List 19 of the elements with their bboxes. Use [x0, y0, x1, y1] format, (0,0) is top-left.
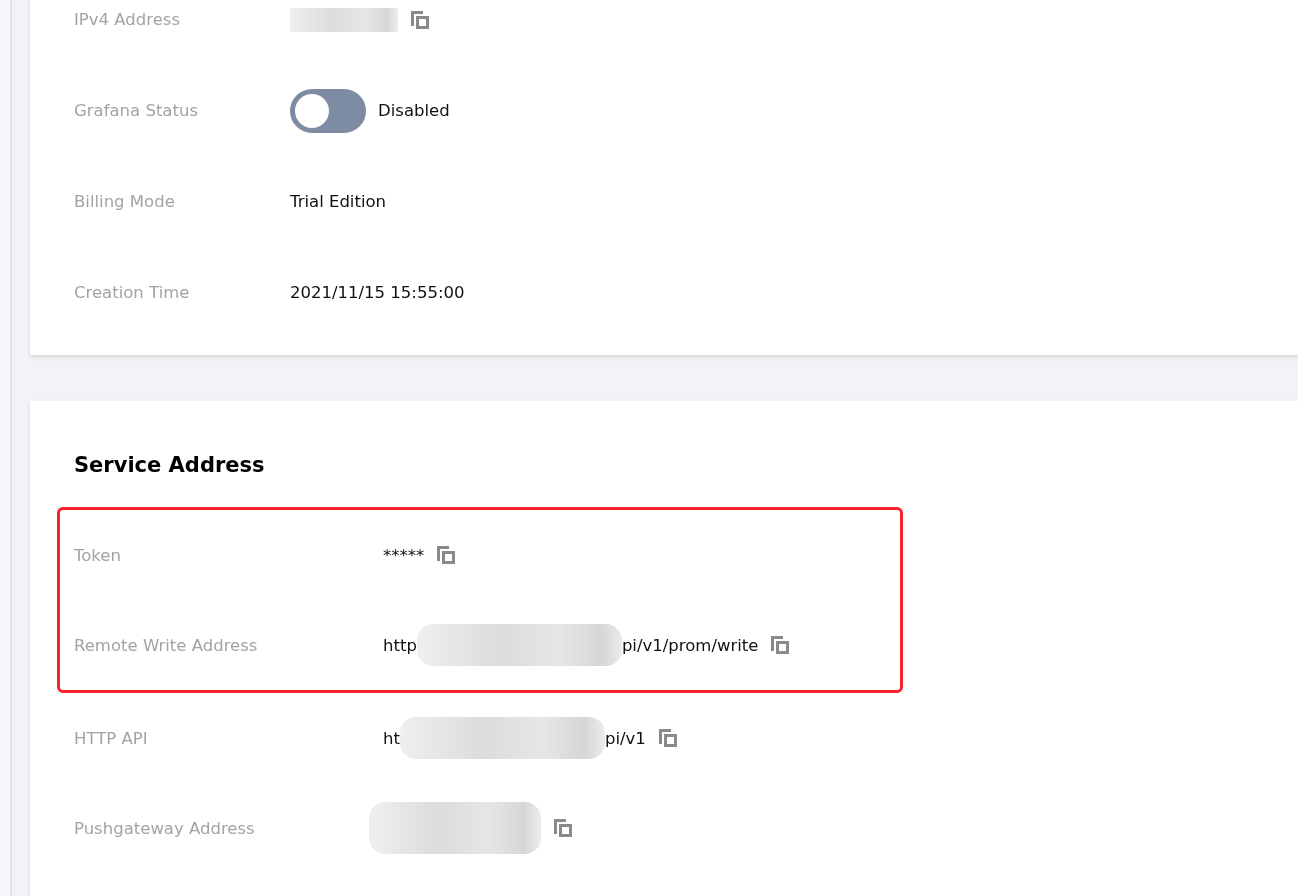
- field-label: Token: [74, 545, 122, 565]
- section-title: Service Address: [74, 453, 266, 477]
- field-value: http: [383, 635, 417, 655]
- field-label: IPv4 Address: [74, 10, 182, 29]
- field-label: Pushgateway Address: [74, 818, 256, 838]
- toggle-status: Disabled: [378, 101, 450, 120]
- field-value: ht: [383, 728, 400, 748]
- field-label: Grafana Status: [74, 101, 199, 120]
- toggle-switch[interactable]: [290, 88, 366, 133]
- field-value: pi/v1: [604, 728, 646, 748]
- field-label: Billing Mode: [74, 192, 176, 211]
- field-value: *****: [383, 545, 425, 565]
- field-label: HTTP API: [74, 728, 149, 748]
- copy-icon[interactable]: [551, 816, 575, 840]
- field-value: 2021/11/15 15:55:00: [290, 283, 465, 302]
- field-label: Creation Time: [74, 283, 191, 302]
- field-value: Trial Edition: [290, 192, 387, 211]
- field-value: pi/v1/prom/write: [621, 635, 759, 655]
- field-label: Remote Write Address: [74, 635, 259, 655]
